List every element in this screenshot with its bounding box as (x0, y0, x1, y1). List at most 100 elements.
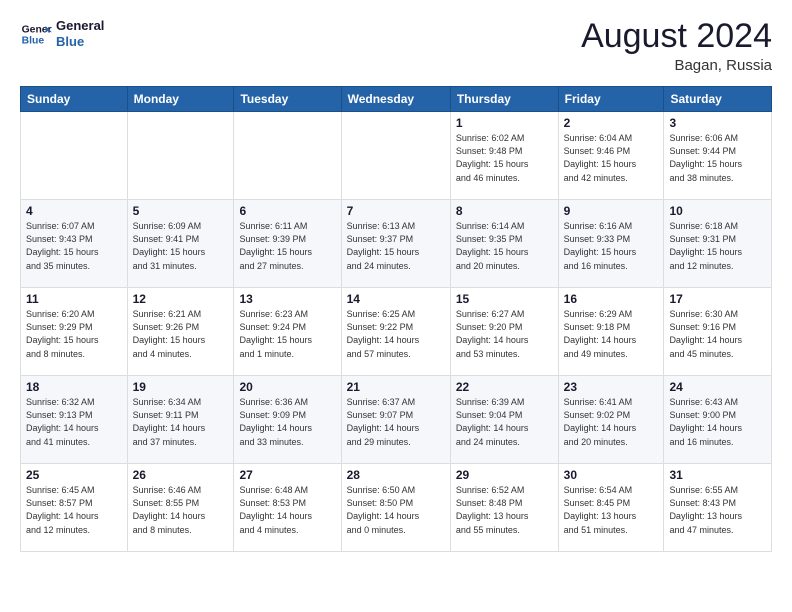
day-cell-3-4: 22 Sunrise: 6:39 AMSunset: 9:04 PMDayligh… (450, 376, 558, 464)
day-cell-4-4: 29 Sunrise: 6:52 AMSunset: 8:48 PMDayligh… (450, 464, 558, 552)
logo-icon: General Blue (20, 18, 52, 50)
day-cell-3-3: 21 Sunrise: 6:37 AMSunset: 9:07 PMDayligh… (341, 376, 450, 464)
day-number: 25 (26, 468, 122, 482)
day-number: 10 (669, 204, 766, 218)
day-cell-1-1: 5 Sunrise: 6:09 AMSunset: 9:41 PMDaylight… (127, 200, 234, 288)
day-info: Sunrise: 6:06 AMSunset: 9:44 PMDaylight:… (669, 132, 766, 184)
day-info: Sunrise: 6:52 AMSunset: 8:48 PMDaylight:… (456, 484, 553, 536)
day-cell-4-0: 25 Sunrise: 6:45 AMSunset: 8:57 PMDayligh… (21, 464, 128, 552)
logo-text-block: General Blue (56, 18, 104, 49)
day-cell-3-5: 23Sunrise: 6:41 AMSunset: 9:02 PMDayligh… (558, 376, 664, 464)
day-cell-1-2: 6Sunrise: 6:11 AMSunset: 9:39 PMDaylight… (234, 200, 341, 288)
day-number: 12 (133, 292, 229, 306)
day-info: Sunrise: 6:09 AMSunset: 9:41 PMDaylight:… (133, 220, 229, 272)
day-info: Sunrise: 6:32 AMSunset: 9:13 PMDaylight:… (26, 396, 122, 448)
day-cell-1-3: 7Sunrise: 6:13 AMSunset: 9:37 PMDaylight… (341, 200, 450, 288)
day-cell-0-1 (127, 112, 234, 200)
day-number: 11 (26, 292, 122, 306)
day-info: Sunrise: 6:46 AMSunset: 8:55 PMDaylight:… (133, 484, 229, 536)
day-info: Sunrise: 6:07 AMSunset: 9:43 PMDaylight:… (26, 220, 122, 272)
calendar-body: 1 Sunrise: 6:02 AMSunset: 9:48 PMDaylight… (21, 112, 772, 552)
header-thursday: Thursday (450, 87, 558, 112)
day-info: Sunrise: 6:29 AMSunset: 9:18 PMDaylight:… (564, 308, 659, 360)
day-cell-3-0: 18 Sunrise: 6:32 AMSunset: 9:13 PMDayligh… (21, 376, 128, 464)
day-info: Sunrise: 6:43 AMSunset: 9:00 PMDaylight:… (669, 396, 766, 448)
day-number: 28 (347, 468, 445, 482)
day-info: Sunrise: 6:34 AMSunset: 9:11 PMDaylight:… (133, 396, 229, 448)
day-number: 15 (456, 292, 553, 306)
day-info: Sunrise: 6:02 AMSunset: 9:48 PMDaylight:… (456, 132, 553, 184)
day-cell-2-5: 16 Sunrise: 6:29 AMSunset: 9:18 PMDayligh… (558, 288, 664, 376)
header-tuesday: Tuesday (234, 87, 341, 112)
day-cell-4-6: 31 Sunrise: 6:55 AMSunset: 8:43 PMDayligh… (664, 464, 772, 552)
day-number: 13 (239, 292, 335, 306)
weekday-header-row: Sunday Monday Tuesday Wednesday Thursday… (21, 87, 772, 112)
day-cell-3-2: 20Sunrise: 6:36 AMSunset: 9:09 PMDayligh… (234, 376, 341, 464)
week-row-0: 1 Sunrise: 6:02 AMSunset: 9:48 PMDaylight… (21, 112, 772, 200)
day-info: Sunrise: 6:55 AMSunset: 8:43 PMDaylight:… (669, 484, 766, 536)
logo-blue: Blue (56, 34, 104, 50)
day-cell-2-3: 14Sunrise: 6:25 AMSunset: 9:22 PMDayligh… (341, 288, 450, 376)
day-number: 26 (133, 468, 229, 482)
day-info: Sunrise: 6:54 AMSunset: 8:45 PMDaylight:… (564, 484, 659, 536)
day-number: 22 (456, 380, 553, 394)
logo: General Blue General Blue (20, 18, 104, 50)
location: Bagan, Russia (581, 57, 772, 74)
day-info: Sunrise: 6:30 AMSunset: 9:16 PMDaylight:… (669, 308, 766, 360)
day-number: 18 (26, 380, 122, 394)
day-info: Sunrise: 6:45 AMSunset: 8:57 PMDaylight:… (26, 484, 122, 536)
day-number: 30 (564, 468, 659, 482)
day-info: Sunrise: 6:27 AMSunset: 9:20 PMDaylight:… (456, 308, 553, 360)
day-info: Sunrise: 6:21 AMSunset: 9:26 PMDaylight:… (133, 308, 229, 360)
day-info: Sunrise: 6:16 AMSunset: 9:33 PMDaylight:… (564, 220, 659, 272)
day-number: 6 (239, 204, 335, 218)
week-row-4: 25 Sunrise: 6:45 AMSunset: 8:57 PMDayligh… (21, 464, 772, 552)
day-cell-2-1: 12 Sunrise: 6:21 AMSunset: 9:26 PMDayligh… (127, 288, 234, 376)
day-number: 5 (133, 204, 229, 218)
svg-text:Blue: Blue (22, 36, 45, 47)
day-cell-3-6: 24Sunrise: 6:43 AMSunset: 9:00 PMDayligh… (664, 376, 772, 464)
day-number: 29 (456, 468, 553, 482)
day-cell-0-4: 1 Sunrise: 6:02 AMSunset: 9:48 PMDaylight… (450, 112, 558, 200)
day-cell-2-0: 11 Sunrise: 6:20 AMSunset: 9:29 PMDayligh… (21, 288, 128, 376)
day-number: 4 (26, 204, 122, 218)
day-number: 3 (669, 116, 766, 130)
day-number: 7 (347, 204, 445, 218)
day-info: Sunrise: 6:04 AMSunset: 9:46 PMDaylight:… (564, 132, 659, 184)
day-number: 21 (347, 380, 445, 394)
title-block: August 2024 Bagan, Russia (581, 18, 772, 74)
day-cell-3-1: 19 Sunrise: 6:34 AMSunset: 9:11 PMDayligh… (127, 376, 234, 464)
day-cell-1-5: 9Sunrise: 6:16 AMSunset: 9:33 PMDaylight… (558, 200, 664, 288)
day-info: Sunrise: 6:39 AMSunset: 9:04 PMDaylight:… (456, 396, 553, 448)
day-cell-1-4: 8 Sunrise: 6:14 AMSunset: 9:35 PMDaylight… (450, 200, 558, 288)
day-number: 16 (564, 292, 659, 306)
day-cell-0-3 (341, 112, 450, 200)
day-info: Sunrise: 6:48 AMSunset: 8:53 PMDaylight:… (239, 484, 335, 536)
day-info: Sunrise: 6:20 AMSunset: 9:29 PMDaylight:… (26, 308, 122, 360)
day-cell-4-5: 30 Sunrise: 6:54 AMSunset: 8:45 PMDayligh… (558, 464, 664, 552)
header-saturday: Saturday (664, 87, 772, 112)
day-info: Sunrise: 6:18 AMSunset: 9:31 PMDaylight:… (669, 220, 766, 272)
day-number: 8 (456, 204, 553, 218)
day-info: Sunrise: 6:14 AMSunset: 9:35 PMDaylight:… (456, 220, 553, 272)
header-sunday: Sunday (21, 87, 128, 112)
day-cell-2-4: 15 Sunrise: 6:27 AMSunset: 9:20 PMDayligh… (450, 288, 558, 376)
week-row-3: 18 Sunrise: 6:32 AMSunset: 9:13 PMDayligh… (21, 376, 772, 464)
day-number: 27 (239, 468, 335, 482)
week-row-1: 4 Sunrise: 6:07 AMSunset: 9:43 PMDaylight… (21, 200, 772, 288)
day-number: 2 (564, 116, 659, 130)
day-number: 1 (456, 116, 553, 130)
day-number: 20 (239, 380, 335, 394)
calendar-table: Sunday Monday Tuesday Wednesday Thursday… (20, 86, 772, 552)
logo-general: General (56, 18, 104, 34)
day-number: 31 (669, 468, 766, 482)
day-cell-0-6: 3 Sunrise: 6:06 AMSunset: 9:44 PMDaylight… (664, 112, 772, 200)
header-monday: Monday (127, 87, 234, 112)
day-number: 19 (133, 380, 229, 394)
day-cell-0-5: 2 Sunrise: 6:04 AMSunset: 9:46 PMDaylight… (558, 112, 664, 200)
day-cell-1-6: 10 Sunrise: 6:18 AMSunset: 9:31 PMDayligh… (664, 200, 772, 288)
day-info: Sunrise: 6:37 AMSunset: 9:07 PMDaylight:… (347, 396, 445, 448)
day-cell-2-2: 13Sunrise: 6:23 AMSunset: 9:24 PMDayligh… (234, 288, 341, 376)
day-cell-4-3: 28Sunrise: 6:50 AMSunset: 8:50 PMDayligh… (341, 464, 450, 552)
day-cell-4-1: 26 Sunrise: 6:46 AMSunset: 8:55 PMDayligh… (127, 464, 234, 552)
